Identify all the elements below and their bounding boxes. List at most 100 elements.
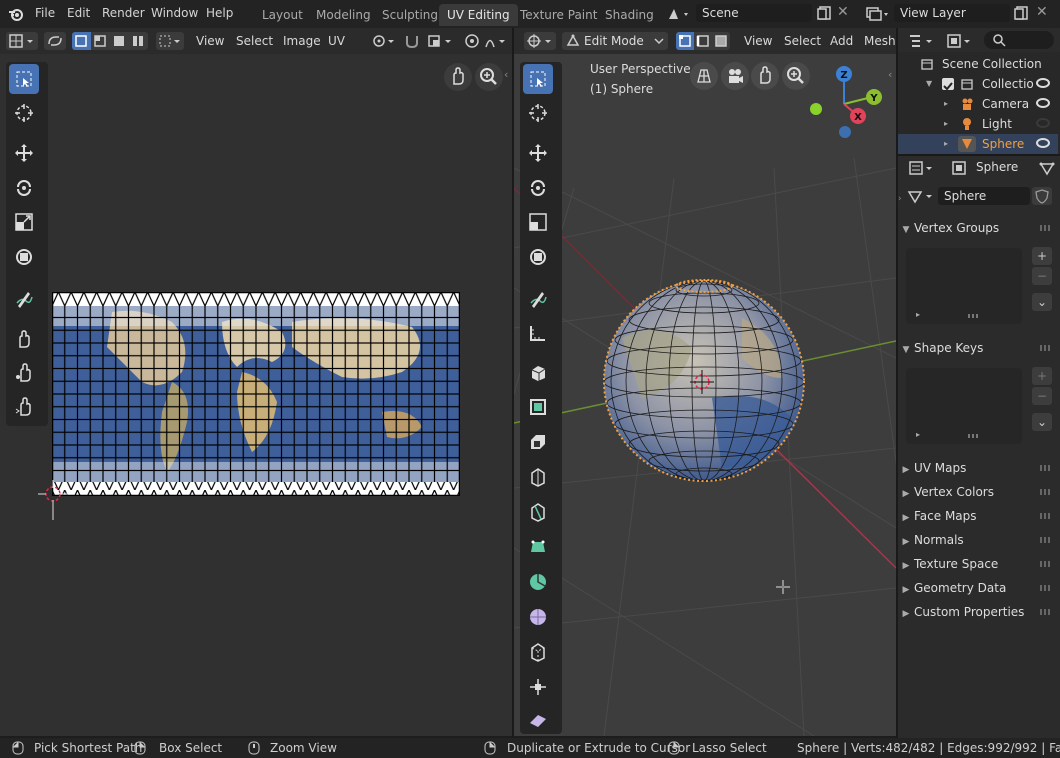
panel-drag-handle-icon[interactable] — [1040, 585, 1052, 591]
visibility-eye-icon[interactable] — [1036, 118, 1050, 128]
3d-viewport[interactable]: Edit Mode View Select Add Mesh User Pers… — [514, 28, 896, 736]
outliner-row-light[interactable]: ▸ Light — [898, 114, 1058, 134]
outliner[interactable]: Scene Collection ▼ Collection ▸ Camera ▸… — [898, 28, 1060, 154]
panel-texture-space[interactable]: ▶ Texture Space — [898, 553, 1058, 575]
uv-texture-map[interactable] — [51, 291, 461, 497]
outliner-search-input[interactable] — [984, 31, 1054, 49]
select-box-tool-icon[interactable] — [9, 64, 39, 94]
remove-vertex-group-button[interactable]: − — [1032, 267, 1052, 285]
menu-help[interactable]: Help — [206, 6, 233, 20]
add-shape-key-button[interactable]: + — [1032, 367, 1052, 385]
mesh-vertex-select-icon[interactable] — [676, 32, 694, 50]
new-view-layer-icon[interactable] — [1013, 4, 1031, 22]
uv-menu-uv[interactable]: UV — [328, 34, 345, 48]
visibility-eye-icon[interactable] — [1036, 98, 1050, 108]
new-scene-icon[interactable] — [816, 4, 834, 22]
uv-menu-select[interactable]: Select — [236, 34, 273, 48]
viewport-move-icon[interactable] — [523, 138, 553, 168]
transform-tool-icon[interactable] — [9, 242, 39, 272]
viewport-annotate-icon[interactable] — [523, 284, 553, 314]
panel-face-maps[interactable]: ▶ Face Maps — [898, 505, 1058, 527]
viewport-menu-mesh[interactable]: Mesh — [864, 34, 896, 48]
bevel-tool-icon[interactable] — [523, 462, 553, 492]
tab-layout[interactable]: Layout — [254, 4, 311, 26]
panel-drag-handle-icon[interactable] — [1040, 513, 1052, 519]
toggle-camera-grid-icon[interactable] — [690, 62, 718, 90]
remove-shape-key-button[interactable]: − — [1032, 387, 1052, 405]
pivot-point-icon[interactable] — [370, 32, 398, 50]
panel-shape-keys[interactable]: ▼ Shape Keys — [898, 337, 1058, 359]
scene-field[interactable]: Scene — [696, 4, 812, 22]
proportional-editing-icon[interactable] — [462, 32, 482, 50]
move-tool-icon[interactable] — [9, 138, 39, 168]
panel-geometry-data[interactable]: ▶ Geometry Data — [898, 577, 1058, 599]
remove-view-layer-icon[interactable]: ✕ — [1036, 5, 1050, 19]
viewport-menu-add[interactable]: Add — [830, 34, 853, 48]
sticky-selection-icon[interactable] — [156, 32, 184, 50]
vertex-group-specials-icon[interactable]: ⌄ — [1032, 293, 1052, 311]
panel-uv-maps[interactable]: ▶ UV Maps — [898, 457, 1058, 479]
viewport-menu-view[interactable]: View — [744, 34, 772, 48]
uv-editor[interactable]: View Select Image UV ‹ — [0, 28, 512, 736]
navigation-gizmo[interactable]: Z Y X — [804, 64, 888, 144]
smooth-tool-icon[interactable] — [523, 637, 553, 667]
uv-pan-view-icon[interactable] — [444, 63, 472, 91]
visibility-eye-icon[interactable] — [1036, 138, 1050, 148]
pinch-tool-icon[interactable] — [9, 392, 39, 422]
shrink-fatten-tool-icon[interactable] — [523, 672, 553, 702]
viewport-cursor-icon[interactable] — [523, 98, 553, 128]
outliner-row-sphere[interactable]: ▸ Sphere — [898, 134, 1058, 154]
outliner-row-collection[interactable]: ▼ Collection — [898, 74, 1058, 94]
viewport-transform-icon[interactable] — [523, 242, 553, 272]
island-select-icon[interactable] — [129, 32, 148, 50]
poly-build-tool-icon[interactable] — [523, 567, 553, 597]
panel-drag-handle-icon[interactable] — [1040, 609, 1052, 615]
face-select-icon[interactable] — [110, 32, 129, 50]
viewport-select-box-icon[interactable] — [523, 64, 553, 94]
panel-vertex-groups[interactable]: ▼ Vertex Groups — [898, 217, 1058, 239]
uv-menu-image[interactable]: Image — [283, 34, 321, 48]
view-layer-field[interactable]: View Layer — [894, 4, 1010, 22]
outliner-editor-type-icon[interactable] — [906, 32, 938, 50]
menu-edit[interactable]: Edit — [67, 6, 90, 20]
properties-editor[interactable]: Sphere › Sphere ▼ Vertex Groups ▸ + − ⌄ ▼… — [898, 156, 1060, 738]
view-layer-browse-icon[interactable] — [864, 5, 890, 23]
blender-logo-icon[interactable] — [8, 6, 24, 22]
remove-scene-icon[interactable]: ✕ — [837, 5, 851, 19]
outliner-row-camera[interactable]: ▸ Camera — [898, 94, 1058, 114]
extrude-region-tool-icon[interactable] — [523, 392, 553, 422]
outliner-row-scene-collection[interactable]: Scene Collection — [898, 54, 1058, 74]
relax-tool-icon[interactable] — [9, 358, 39, 388]
add-vertex-group-button[interactable]: + — [1032, 247, 1052, 265]
menu-window[interactable]: Window — [151, 6, 198, 20]
list-resize-handle-icon[interactable] — [968, 314, 980, 318]
panel-drag-handle-icon[interactable] — [1040, 561, 1052, 567]
tab-uv-editing[interactable]: UV Editing — [439, 4, 518, 26]
vertex-groups-list[interactable]: ▸ — [906, 248, 1022, 324]
viewport-pan-icon[interactable] — [751, 62, 779, 90]
panel-drag-handle-icon[interactable] — [1040, 489, 1052, 495]
spin-tool-icon[interactable] — [523, 602, 553, 632]
sphere-mesh[interactable] — [602, 278, 806, 484]
editor-type-icon[interactable] — [6, 32, 38, 50]
properties-editor-type-icon[interactable] — [906, 159, 938, 177]
panel-normals[interactable]: ▶ Normals — [898, 529, 1058, 551]
fake-user-shield-icon[interactable] — [1032, 187, 1052, 205]
list-filter-arrow-icon[interactable]: ▸ — [916, 310, 920, 319]
mode-selector[interactable]: Edit Mode — [562, 32, 668, 50]
snap-target-icon[interactable] — [426, 32, 456, 50]
viewport-menu-select[interactable]: Select — [784, 34, 821, 48]
measure-tool-icon[interactable] — [523, 318, 553, 348]
visibility-eye-icon[interactable] — [1036, 78, 1050, 88]
falloff-curve-icon[interactable] — [484, 32, 510, 50]
mesh-name-field[interactable]: Sphere — [938, 187, 1030, 205]
props-tab-arrow-icon[interactable]: › — [898, 194, 902, 206]
list-resize-handle-icon[interactable] — [968, 434, 980, 438]
collection-checkbox[interactable] — [942, 78, 954, 91]
expand-arrow-icon[interactable]: ▸ — [944, 94, 948, 114]
shape-keys-list[interactable]: ▸ — [906, 368, 1022, 444]
uv-sidebar-toggle-icon[interactable]: ‹ — [504, 68, 512, 84]
menu-render[interactable]: Render — [102, 6, 145, 20]
tab-sculpting[interactable]: Sculpting — [374, 4, 446, 26]
expand-arrow-icon[interactable]: ▸ — [944, 114, 948, 134]
